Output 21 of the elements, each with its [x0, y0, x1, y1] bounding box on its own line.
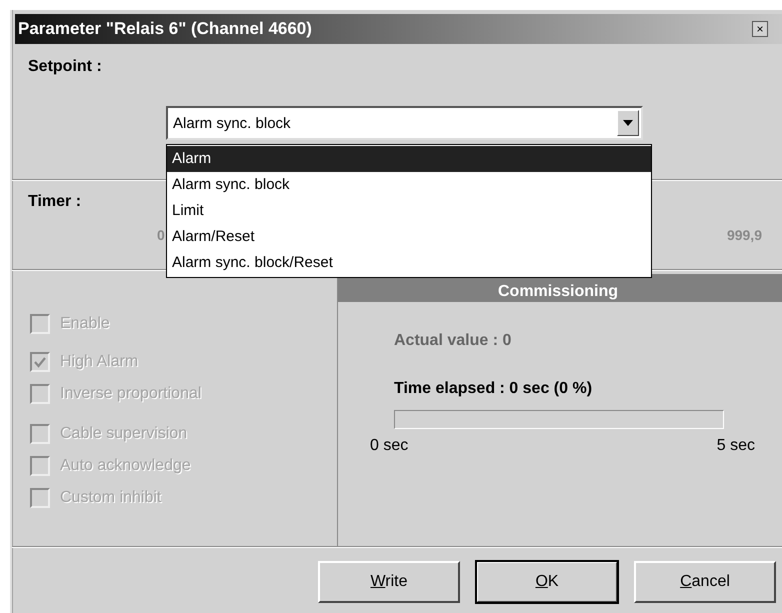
dropdown-option[interactable]: Alarm/Reset [167, 224, 651, 250]
dialog-button[interactable]: OK [476, 561, 618, 603]
dropdown-option[interactable]: Alarm sync. block [167, 172, 651, 198]
actual-value-text: Actual value : 0 [394, 332, 512, 350]
dropdown-option[interactable]: Alarm [167, 146, 651, 172]
dropdown-option[interactable]: Alarm sync. block/Reset [167, 250, 651, 276]
setpoint-label: Setpoint : [28, 58, 102, 76]
timer-max-label: 999,9 [726, 227, 762, 243]
timer-label: Timer : [28, 193, 82, 211]
timer-min-label: 0 [157, 227, 165, 243]
dialog-button[interactable]: Write [318, 561, 460, 603]
progress-end-label: 5 sec [716, 437, 755, 455]
window-title: Parameter "Relais 6" (Channel 4660) [17, 19, 312, 39]
commissioning-header: Commissioning [338, 274, 782, 302]
check-icon [34, 356, 46, 368]
setpoint-dropdown[interactable]: Alarm sync. block [166, 106, 643, 140]
close-button[interactable]: × [752, 21, 768, 37]
time-elapsed-text: Time elapsed : 0 sec (0 %) [394, 380, 594, 398]
dialog-button[interactable]: Cancel [634, 561, 776, 603]
dropdown-option[interactable]: Limit [167, 198, 651, 224]
progress-start-label: 0 sec [370, 437, 408, 455]
